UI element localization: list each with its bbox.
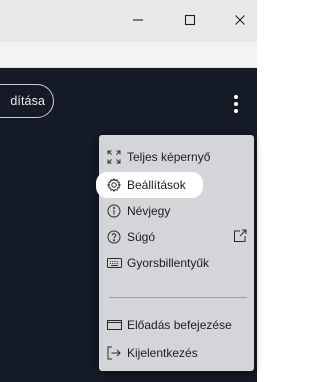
menu-item-label: Beállítások — [127, 178, 186, 192]
menu-divider — [109, 297, 247, 298]
end-presentation-icon — [106, 317, 122, 333]
menu-item-label: Gyorsbillentyűk — [127, 256, 210, 270]
maximize-button[interactable] — [176, 6, 204, 34]
maximize-icon — [184, 14, 196, 26]
menu-item-settings[interactable]: Beállítások — [96, 172, 203, 198]
menu-item-label: Előadás befejezése — [127, 318, 232, 332]
options-dropdown-menu: Teljes képernyő Beállítások Névjegy Súgó… — [96, 135, 254, 371]
menu-item-about[interactable]: Névjegy — [99, 198, 254, 224]
window-title-bar — [0, 0, 257, 42]
gear-icon — [106, 177, 122, 193]
info-icon — [106, 203, 122, 219]
minimize-button[interactable] — [124, 6, 152, 34]
fullscreen-icon — [106, 149, 122, 165]
menu-item-label: Súgó — [127, 230, 156, 244]
menu-item-label: Teljes képernyő — [127, 150, 211, 164]
presentation-pill-button[interactable]: dítása — [0, 84, 54, 118]
browser-toolbar — [0, 42, 257, 68]
kebab-menu-icon — [234, 95, 238, 99]
pill-button-label: dítása — [10, 94, 45, 108]
logout-icon — [106, 345, 122, 361]
menu-item-help[interactable]: Súgó — [99, 224, 254, 250]
menu-item-label: Névjegy — [127, 204, 171, 218]
menu-item-fullscreen[interactable]: Teljes képernyő — [99, 144, 254, 170]
help-icon — [106, 229, 122, 245]
close-icon — [234, 14, 246, 26]
external-link-icon — [233, 229, 247, 243]
minimize-icon — [132, 14, 144, 26]
close-window-button[interactable] — [226, 6, 254, 34]
keyboard-icon — [106, 255, 122, 271]
options-menu-button[interactable] — [226, 92, 246, 116]
menu-item-logout[interactable]: Kijelentkezés — [99, 340, 254, 366]
menu-item-end-presentation[interactable]: Előadás befejezése — [99, 312, 254, 338]
menu-item-keyboard-shortcuts[interactable]: Gyorsbillentyűk — [99, 250, 254, 276]
menu-item-label: Kijelentkezés — [127, 346, 198, 360]
